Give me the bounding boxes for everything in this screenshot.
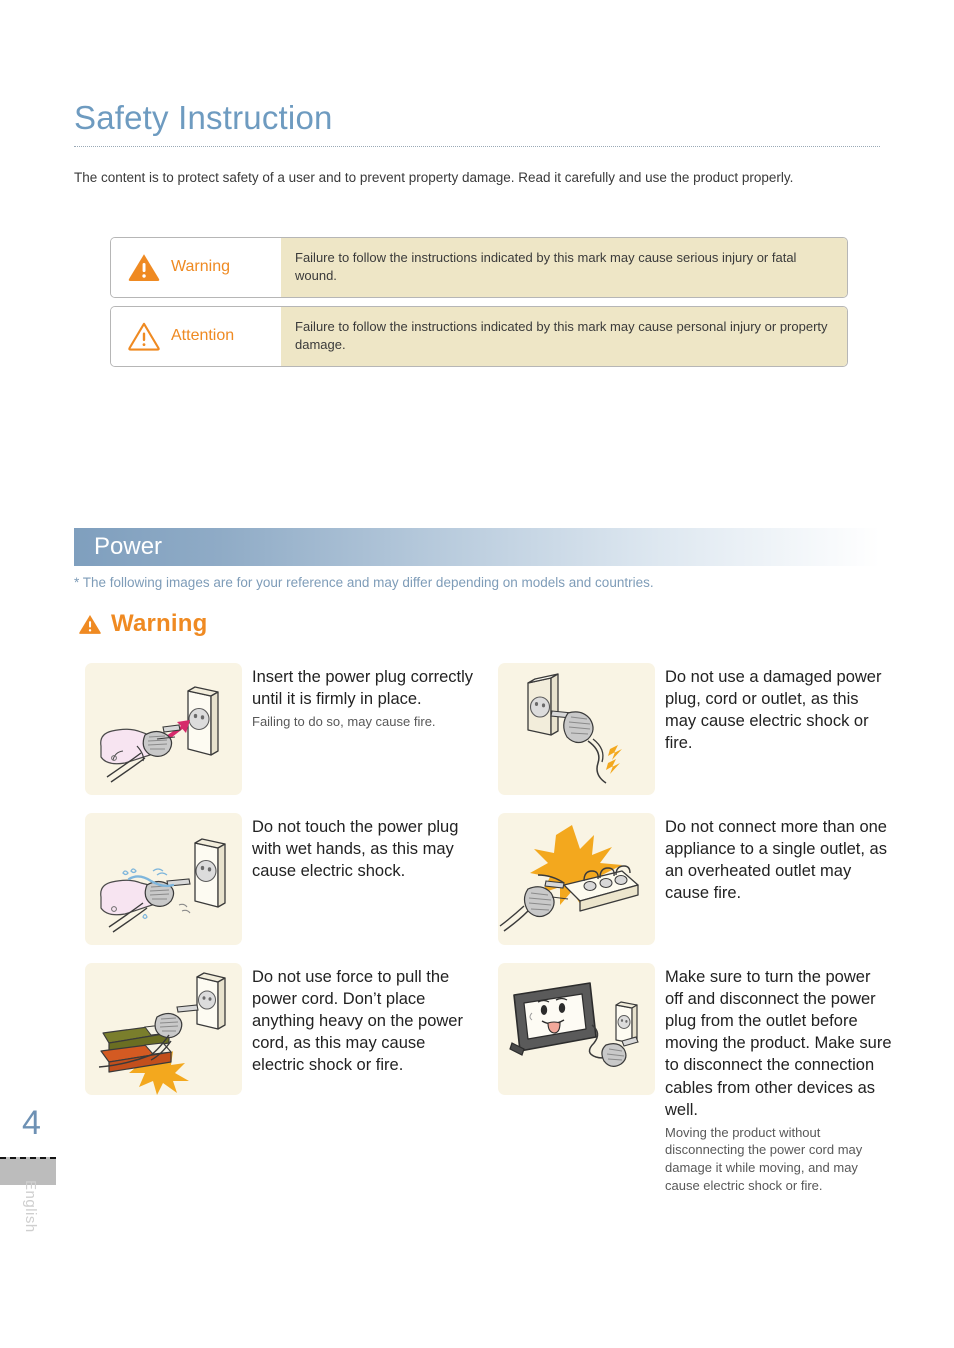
legend-label-warning: Warning <box>111 238 281 297</box>
safety-item-sub-text: Failing to do so, may cause fire. <box>252 714 436 730</box>
safety-item-main-text: Insert the power plug correctly until it… <box>252 668 474 709</box>
safety-item-copy: Make sure to turn the power off and disc… <box>655 963 893 1194</box>
books-on-cord-icon <box>85 963 242 1095</box>
language-label: English <box>22 1180 39 1233</box>
section-header-bar: Power <box>74 528 880 566</box>
warning-triangle-filled-icon <box>78 613 102 635</box>
safety-item-main-text: Do not use force to pull the power cord.… <box>252 968 463 1075</box>
safety-item-copy: Insert the power plug correctly until it… <box>242 663 480 731</box>
safety-item: Do not connect more than one appliance t… <box>498 813 893 945</box>
safety-item-sub-text: Moving the product without disconnecting… <box>665 1124 863 1193</box>
safety-item: Do not use a damaged power plug, cord or… <box>498 663 893 795</box>
wet-hands-plug-icon <box>85 813 242 945</box>
legend-description: Failure to follow the instructions indic… <box>281 306 847 366</box>
legend-label-attention: Attention <box>111 306 281 366</box>
safety-item: Insert the power plug correctly until it… <box>85 663 480 795</box>
legend-label-text: Warning <box>171 258 230 276</box>
safety-item-main-text: Do not use a damaged power plug, cord or… <box>665 668 882 753</box>
plug-into-outlet-icon <box>85 663 242 795</box>
safety-item: Do not use force to pull the power cord.… <box>85 963 480 1095</box>
warning-triangle-filled-icon <box>127 252 161 282</box>
safety-item-copy: Do not touch the power plug with wet han… <box>242 813 480 885</box>
safety-item: Do not touch the power plug with wet han… <box>85 813 480 945</box>
title-divider <box>74 146 880 148</box>
safety-item-copy: Do not use force to pull the power cord.… <box>242 963 480 1080</box>
legend-label-text: Attention <box>171 327 235 345</box>
safety-item-copy: Do not connect more than one appliance t… <box>655 813 893 907</box>
safety-item: Make sure to turn the power off and disc… <box>498 963 893 1194</box>
legend-table: Warning Failure to follow the instructio… <box>110 237 848 367</box>
damaged-cord-icon <box>498 663 655 795</box>
legend-row-attention: Attention Failure to follow the instruct… <box>110 305 848 367</box>
page-title: Safety Instruction <box>74 99 333 136</box>
page-number: 4 <box>22 1104 41 1142</box>
section-heading: Power <box>94 533 163 560</box>
intro-paragraph: The content is to protect safety of a us… <box>74 170 794 185</box>
overloaded-power-strip-icon <box>498 813 655 945</box>
safety-item-copy: Do not use a damaged power plug, cord or… <box>655 663 893 757</box>
section-note: * The following images are for your refe… <box>74 575 654 590</box>
grid-column-left: Insert the power plug correctly until it… <box>85 663 480 1095</box>
unplug-before-moving-icon <box>498 963 655 1095</box>
safety-item-main-text: Do not connect more than one appliance t… <box>665 818 887 903</box>
warning-heading-text: Warning <box>111 610 208 637</box>
grid-column-right: Do not use a damaged power plug, cord or… <box>498 663 893 1194</box>
warning-subsection-heading: Warning <box>78 610 208 638</box>
legend-description: Failure to follow the instructions indic… <box>281 238 847 297</box>
attention-triangle-outline-icon <box>127 321 161 352</box>
safety-item-main-text: Make sure to turn the power off and disc… <box>665 968 892 1119</box>
safety-item-main-text: Do not touch the power plug with wet han… <box>252 818 459 881</box>
legend-row-warning: Warning Failure to follow the instructio… <box>110 237 848 298</box>
